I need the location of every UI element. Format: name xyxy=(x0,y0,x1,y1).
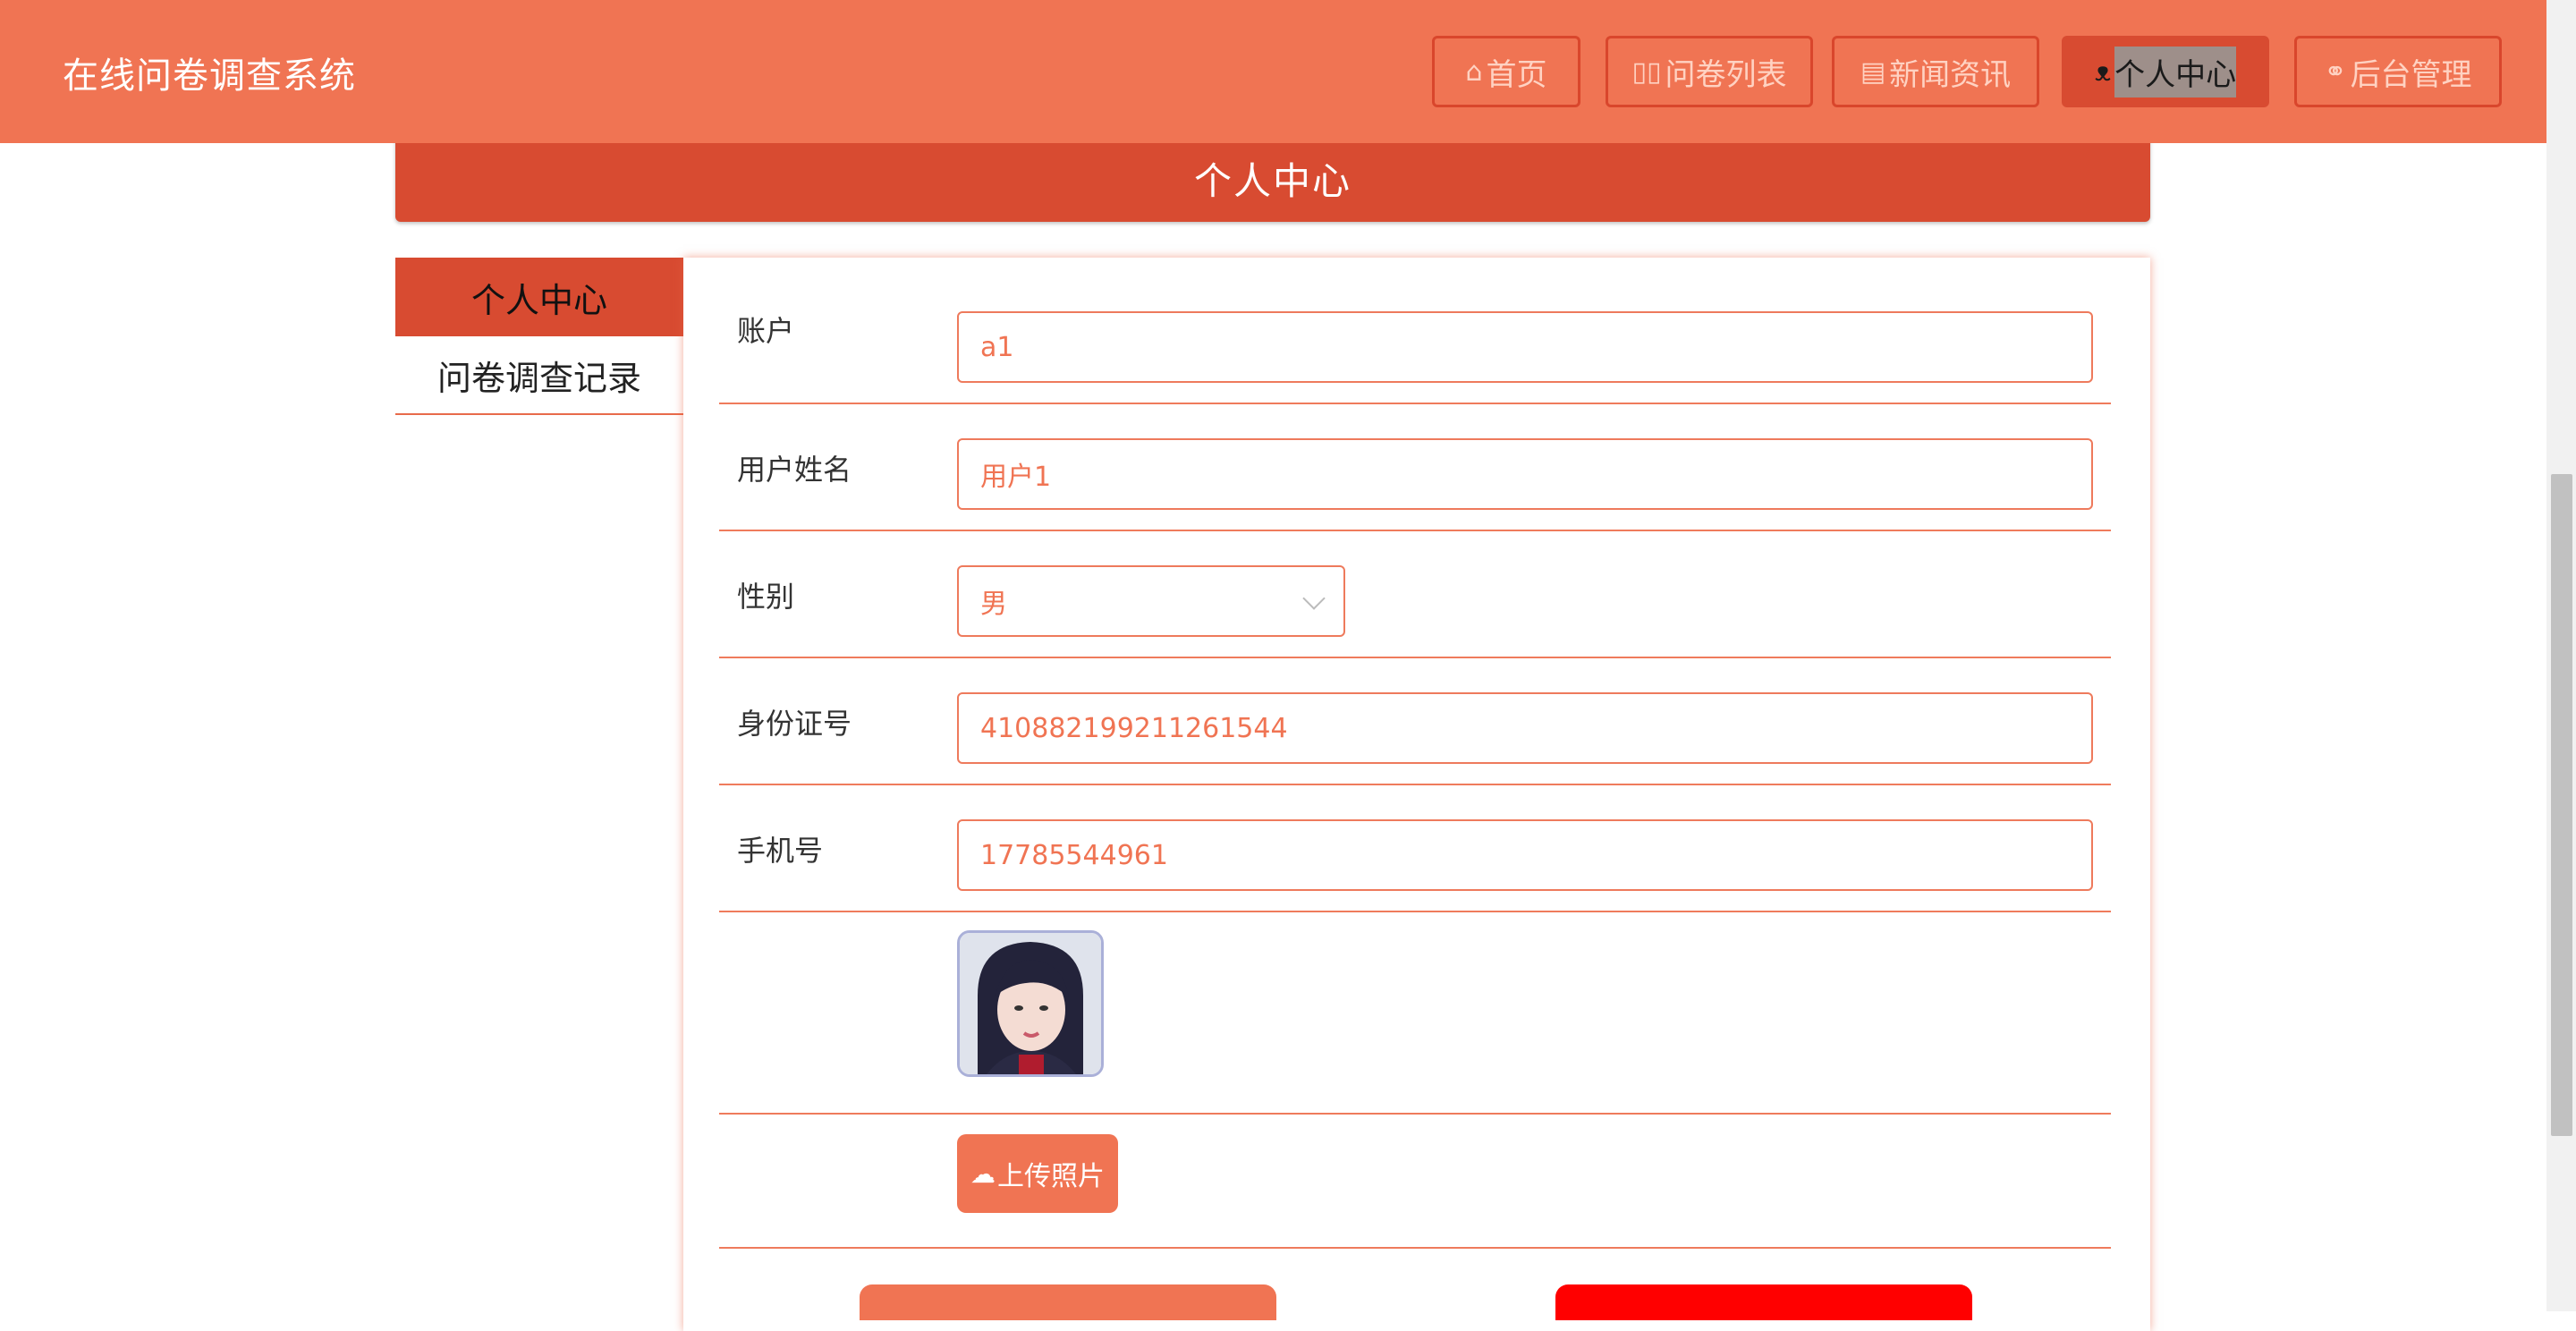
chevron-down-icon xyxy=(1302,587,1326,610)
scrollbar-thumb[interactable] xyxy=(2551,474,2572,1136)
top-navbar: 在线问卷调查系统 ⌂ 首页 ▯▯ 问卷列表 ▤ 新闻资讯 ᴥ 个人中心 ⚭ 后台… xyxy=(0,0,2546,143)
gender-select[interactable]: 男 xyxy=(957,565,1345,637)
side-item-survey-records[interactable]: 问卷调查记录 xyxy=(395,336,683,415)
page-title: 个人中心 xyxy=(395,134,2150,222)
account-label: 账户 xyxy=(737,314,795,348)
form-row-phone: 手机号 17785544961 xyxy=(719,784,2111,912)
submit-button[interactable] xyxy=(860,1284,1276,1320)
nav-personal-center[interactable]: ᴥ 个人中心 xyxy=(2062,36,2269,107)
form-row-avatar xyxy=(719,911,2111,1115)
form-row-gender: 性别 男 xyxy=(719,530,2111,658)
account-field[interactable]: a1 xyxy=(957,311,2093,383)
list-icon: ▯▯ xyxy=(1631,55,1662,88)
nav-news[interactable]: ▤ 新闻资讯 xyxy=(1832,36,2039,107)
gender-label: 性别 xyxy=(737,580,795,614)
side-menu: 个人中心 问卷调查记录 xyxy=(395,258,683,415)
id-number-field[interactable]: 410882199211261544 xyxy=(957,692,2093,764)
nav-admin[interactable]: ⚭ 后台管理 xyxy=(2294,36,2502,107)
form-row-id: 身份证号 410882199211261544 xyxy=(719,657,2111,785)
form-row-upload: ☁ 上传照片 xyxy=(719,1113,2111,1249)
nav-home[interactable]: ⌂ 首页 xyxy=(1432,36,1580,107)
profile-form: 账户 a1 用户姓名 用户1 性别 男 身份证号 410882199211261… xyxy=(683,258,2150,1331)
nav-survey-list[interactable]: ▯▯ 问卷列表 xyxy=(1606,36,1813,107)
logout-button[interactable] xyxy=(1555,1284,1972,1320)
user-icon: ᴥ xyxy=(2094,55,2112,88)
phone-field[interactable]: 17785544961 xyxy=(957,819,2093,891)
vertical-scrollbar[interactable] xyxy=(2546,0,2576,1311)
avatar-image xyxy=(960,933,1101,1074)
document-icon: ▤ xyxy=(1860,55,1886,88)
cloud-upload-icon: ☁ xyxy=(970,1158,996,1189)
id-number-label: 身份证号 xyxy=(737,707,852,741)
name-label: 用户姓名 xyxy=(737,453,852,487)
name-field[interactable]: 用户1 xyxy=(957,438,2093,510)
form-row-account: 账户 a1 xyxy=(719,258,2111,404)
link-icon: ⚭ xyxy=(2324,55,2347,88)
site-title: 在线问卷调查系统 xyxy=(63,55,356,97)
phone-label: 手机号 xyxy=(737,834,824,868)
avatar xyxy=(957,930,1104,1077)
upload-photo-button[interactable]: ☁ 上传照片 xyxy=(957,1134,1118,1213)
form-row-name: 用户姓名 用户1 xyxy=(719,403,2111,531)
home-icon: ⌂ xyxy=(1465,55,1483,88)
side-item-personal-center[interactable]: 个人中心 xyxy=(395,258,683,336)
